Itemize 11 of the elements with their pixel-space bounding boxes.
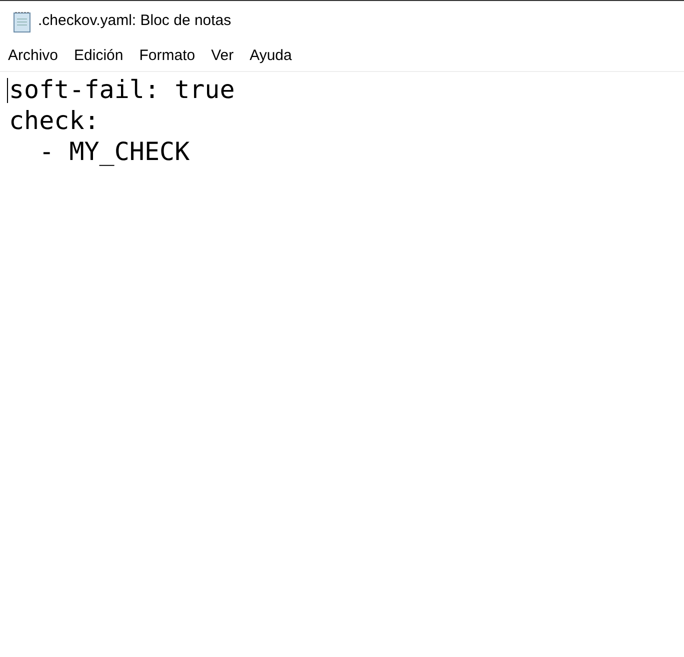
text-line: soft-fail: true <box>9 74 235 105</box>
menu-item[interactable]: Archivo <box>8 45 58 68</box>
text-line: - MY_CHECK <box>38 136 190 167</box>
menu-item[interactable]: Formato <box>139 45 196 68</box>
window-title: .checkov.yaml: Bloc de notas <box>38 11 232 32</box>
menu-item[interactable]: Ayuda <box>250 45 292 68</box>
text-line: check: <box>9 105 100 136</box>
menu-item[interactable]: Edición <box>74 45 124 68</box>
notepad-icon <box>12 10 32 32</box>
text-cursor <box>7 78 8 103</box>
menu-item[interactable]: Ver <box>211 45 234 68</box>
